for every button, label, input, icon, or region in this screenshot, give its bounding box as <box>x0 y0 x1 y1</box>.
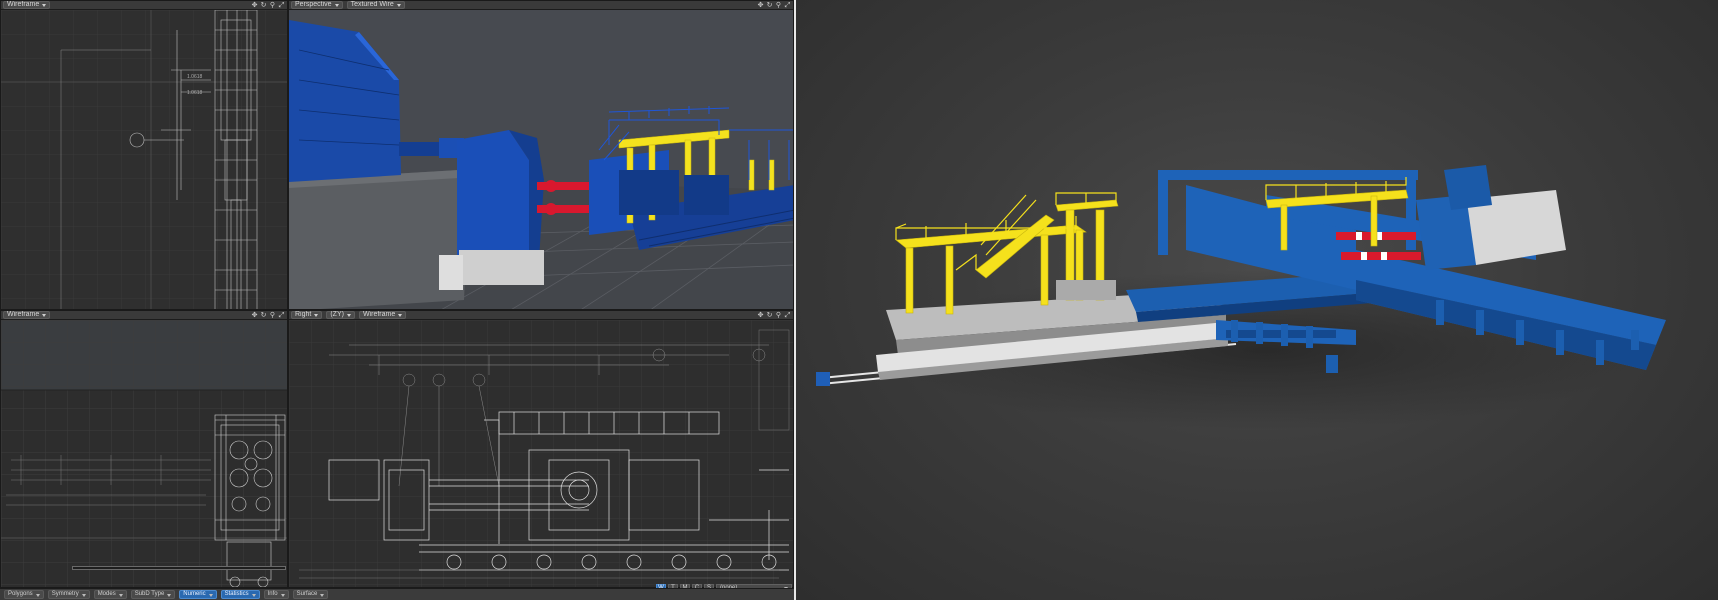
modeler-window: Wireframe ✥ ↻ ⚲ ⤢ 1.0618 1.0618 Perspect… <box>0 0 794 600</box>
viewport-top-left[interactable]: Wireframe ✥ ↻ ⚲ ⤢ 1.0618 1.0618 <box>0 0 288 310</box>
rendered-machine <box>816 165 1666 430</box>
wireframe-view <box>1 320 287 587</box>
svg-text:1.0618: 1.0618 <box>187 74 203 80</box>
symmetry-button[interactable]: Symmetry <box>47 590 90 599</box>
rotate-icon[interactable]: ↻ <box>260 312 267 319</box>
axis-dropdown[interactable]: (ZY) <box>326 311 355 319</box>
svg-text:1.0618: 1.0618 <box>187 90 203 96</box>
viewport-canvas[interactable]: 1.0618 1.0618 <box>1 9 287 309</box>
move-icon[interactable]: ✥ <box>757 312 764 319</box>
viewport-header: Wireframe <box>1 1 287 10</box>
maximize-icon[interactable]: ⤢ <box>278 2 285 9</box>
perspective-view <box>289 10 793 309</box>
view-type-dropdown[interactable]: Right <box>291 311 323 319</box>
surface-button[interactable]: Surface <box>292 590 329 599</box>
view-mode-dropdown[interactable]: Wireframe <box>3 311 51 319</box>
view-type-dropdown[interactable]: Perspective <box>291 1 343 9</box>
rendered-image <box>796 0 1718 600</box>
viewport-tools: ✥ ↻ ⚲ ⤢ <box>757 311 791 320</box>
rotate-icon[interactable]: ↻ <box>766 2 773 9</box>
viewport-canvas[interactable] <box>1 320 287 587</box>
rotate-icon[interactable]: ↻ <box>260 2 267 9</box>
rotate-icon[interactable]: ↻ <box>766 312 773 319</box>
view-mode-dropdown[interactable]: Textured Wire <box>346 1 405 9</box>
viewport-bottom-right[interactable]: Right (ZY) Wireframe ✥ ↻ ⚲ ⤢ <box>288 310 794 588</box>
maximize-icon[interactable]: ⤢ <box>278 312 285 319</box>
viewport-header: Right (ZY) Wireframe <box>289 311 793 320</box>
viewport-canvas[interactable] <box>289 320 793 587</box>
zoom-icon[interactable]: ⚲ <box>269 2 276 9</box>
polygons-button[interactable]: Polygons <box>4 590 44 599</box>
viewport-header: Wireframe <box>1 311 287 320</box>
zoom-icon[interactable]: ⚲ <box>775 2 782 9</box>
move-icon[interactable]: ✥ <box>757 2 764 9</box>
zoom-icon[interactable]: ⚲ <box>269 312 276 319</box>
viewport-tools: ✥ ↻ ⚲ ⤢ <box>251 311 285 320</box>
viewport-bottom-left[interactable]: Wireframe ✥ ↻ ⚲ ⤢ <box>0 310 288 588</box>
info-button[interactable]: Info <box>263 590 289 599</box>
wireframe-view: 1.0618 1.0618 <box>1 9 287 309</box>
viewport-canvas[interactable] <box>289 10 793 309</box>
horizontal-scrollbar[interactable] <box>72 566 286 570</box>
viewport-tools: ✥ ↻ ⚲ ⤢ <box>757 1 791 10</box>
view-mode-dropdown[interactable]: Wireframe <box>358 311 407 319</box>
subd-type-button[interactable]: SubD Type <box>130 590 176 599</box>
viewport-header: Perspective Textured Wire <box>289 1 793 10</box>
move-icon[interactable]: ✥ <box>251 2 258 9</box>
zoom-icon[interactable]: ⚲ <box>775 312 782 319</box>
viewport-tools: ✥ ↻ ⚲ ⤢ <box>251 1 285 10</box>
statistics-button[interactable]: Statistics <box>220 590 260 599</box>
viewport-top-right[interactable]: Perspective Textured Wire ✥ ↻ ⚲ ⤢ <box>288 0 794 310</box>
numeric-button[interactable]: Numeric <box>179 590 217 599</box>
blueprint-view <box>289 320 793 587</box>
maximize-icon[interactable]: ⤢ <box>784 2 791 9</box>
bottom-toolbar: Polygons Symmetry Modes SubD Type Numeri… <box>0 588 794 600</box>
view-mode-dropdown[interactable]: Wireframe <box>3 1 51 9</box>
move-icon[interactable]: ✥ <box>251 312 258 319</box>
modes-button[interactable]: Modes <box>93 590 127 599</box>
maximize-icon[interactable]: ⤢ <box>784 312 791 319</box>
